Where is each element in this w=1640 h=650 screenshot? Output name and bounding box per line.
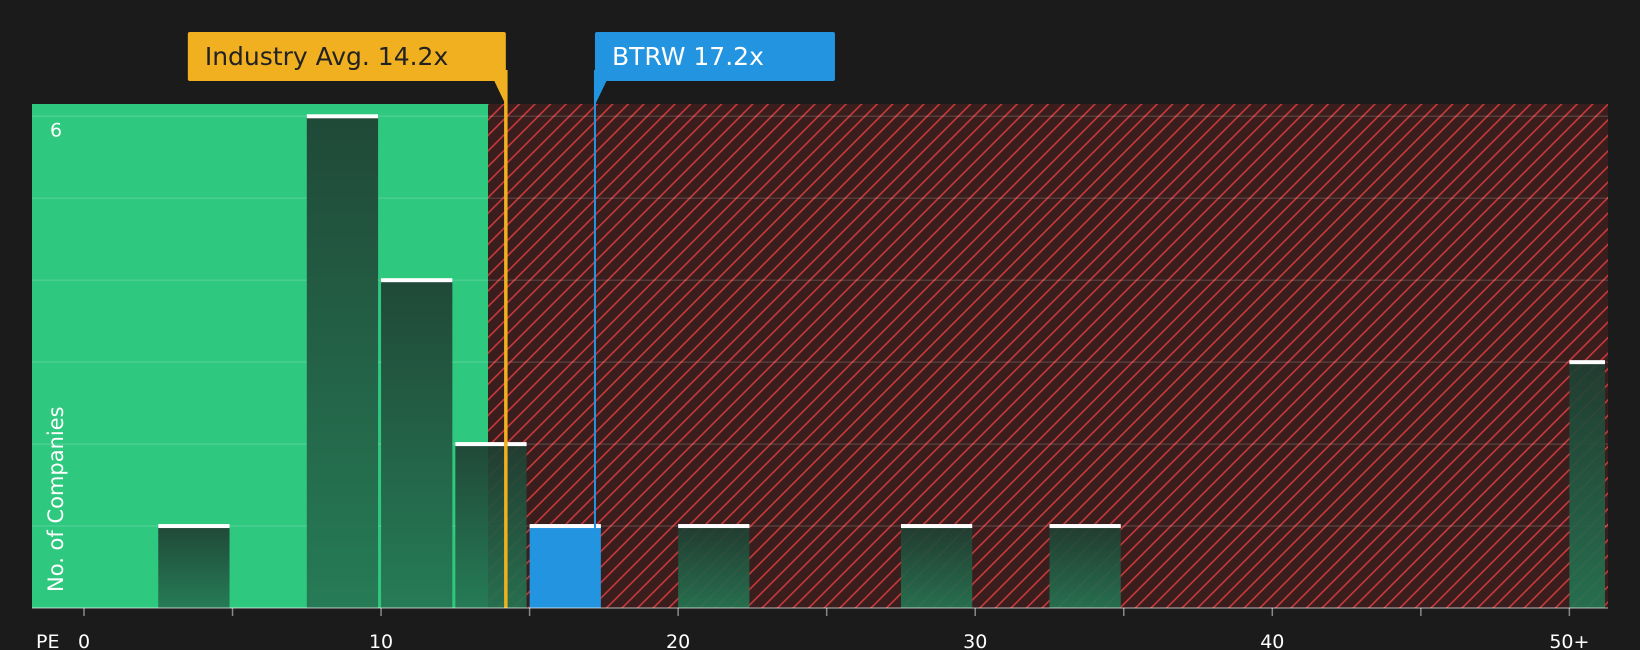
bar-cap (529, 524, 601, 529)
pe-distribution-chart: 0 10 20 30 40 50+ 6 PE No. of Companies Indus… (32, 32, 1608, 650)
histogram-bar (306, 116, 379, 608)
over-zone (488, 104, 1608, 608)
histogram-bar (158, 526, 230, 608)
highlight-bar (529, 526, 601, 608)
callout-pointer (493, 80, 506, 105)
bar-cap (158, 524, 230, 529)
bar-cap (1049, 524, 1121, 529)
histogram-bar (1569, 362, 1605, 608)
x-axis-ticks: 0 10 20 30 40 50+ (78, 608, 1589, 650)
histogram-bar (1049, 526, 1121, 608)
histogram-bar (455, 444, 527, 608)
x-tick-label: 40 (1260, 631, 1284, 650)
bar-cap (900, 524, 973, 529)
x-tick-label: 0 (78, 631, 90, 650)
callout-label: BTRW 17.2x (612, 42, 764, 71)
bar-cap (381, 278, 453, 283)
histogram-bar (678, 526, 750, 608)
y-axis-label: No. of Companies (44, 406, 68, 592)
y-tick-label: 6 (50, 119, 62, 141)
histogram-bar (381, 280, 453, 608)
bar-cap (678, 524, 750, 529)
callout-pointer (594, 80, 607, 105)
x-axis-label: PE (36, 631, 59, 650)
bar-cap (1569, 360, 1605, 365)
bar-cap (455, 442, 527, 447)
callout-label: Industry Avg. 14.2x (205, 42, 448, 71)
x-tick-label: 50+ (1549, 631, 1589, 650)
bar-cap (306, 114, 379, 119)
x-tick-label: 20 (666, 631, 690, 650)
x-tick-label: 10 (369, 631, 393, 650)
y-axis-ticks: 6 (50, 119, 62, 141)
x-tick-label: 30 (963, 631, 987, 650)
histogram-bar (900, 526, 973, 608)
